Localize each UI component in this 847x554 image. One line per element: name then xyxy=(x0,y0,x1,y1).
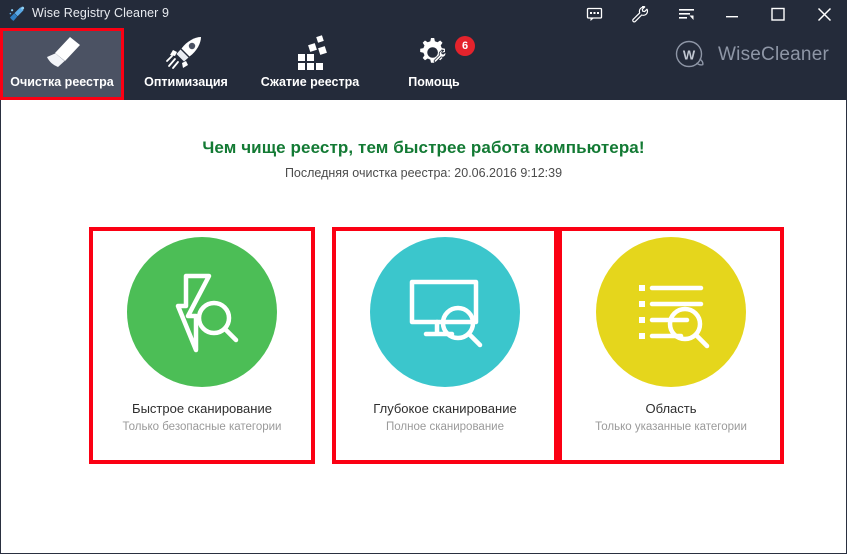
card-title: Глубокое сканирование xyxy=(373,401,516,416)
brand-logo: W WiseCleaner xyxy=(674,40,829,70)
window-header: Wise Registry Cleaner 9 xyxy=(0,0,847,100)
tab-registry-cleaner[interactable]: Очистка реестра xyxy=(0,28,124,100)
tab-label: Очистка реестра xyxy=(10,75,113,89)
close-icon[interactable] xyxy=(801,0,847,28)
blocks-icon xyxy=(289,32,331,74)
feedback-icon[interactable] xyxy=(571,0,617,28)
menu-icon[interactable] xyxy=(663,0,709,28)
card-custom-area[interactable]: Область Только указанные категории xyxy=(558,227,784,464)
card-subtitle: Только безопасные категории xyxy=(117,420,287,435)
card-subtitle: Полное сканирование xyxy=(360,420,530,435)
rocket-icon xyxy=(165,32,207,74)
lightning-search-icon xyxy=(127,237,277,387)
window-controls xyxy=(571,0,847,28)
card-deep-scan[interactable]: Глубокое сканирование Полное сканировани… xyxy=(332,227,558,464)
tab-registry-defrag[interactable]: Сжатие реестра xyxy=(248,28,372,100)
title-bar: Wise Registry Cleaner 9 xyxy=(0,0,847,28)
gear-wrench-icon xyxy=(413,32,455,74)
tab-help[interactable]: Помощь 6 xyxy=(372,28,496,100)
card-title: Область xyxy=(645,401,696,416)
page-title: Чем чище реестр, тем быстрее работа комп… xyxy=(1,138,846,158)
wisecleaner-mark-icon: W xyxy=(674,40,710,70)
last-clean-status: Последняя очистка реестра: 20.06.2016 9:… xyxy=(1,166,846,180)
minimize-icon[interactable] xyxy=(709,0,755,28)
card-fast-scan[interactable]: Быстрое сканирование Только безопасные к… xyxy=(89,227,315,464)
card-subtitle: Только указанные категории xyxy=(586,420,756,435)
svg-text:W: W xyxy=(683,48,696,63)
brand-name: WiseCleaner xyxy=(718,44,829,66)
window-title: Wise Registry Cleaner 9 xyxy=(32,6,169,20)
tab-label: Оптимизация xyxy=(144,75,228,89)
wise-registry-cleaner-window: Wise Registry Cleaner 9 xyxy=(0,0,847,554)
tab-label: Сжатие реестра xyxy=(261,75,359,89)
monitor-search-icon xyxy=(370,237,520,387)
tab-optimization[interactable]: Оптимизация xyxy=(124,28,248,100)
tools-icon[interactable] xyxy=(617,0,663,28)
status-badge: 6 xyxy=(455,36,475,56)
broom-icon xyxy=(8,5,26,23)
card-title: Быстрое сканирование xyxy=(132,401,272,416)
main-content: Чем чище реестр, тем быстрее работа комп… xyxy=(0,100,847,554)
tab-label: Помощь xyxy=(408,75,459,89)
list-search-icon xyxy=(596,237,746,387)
maximize-icon[interactable] xyxy=(755,0,801,28)
broom-icon xyxy=(40,32,84,74)
